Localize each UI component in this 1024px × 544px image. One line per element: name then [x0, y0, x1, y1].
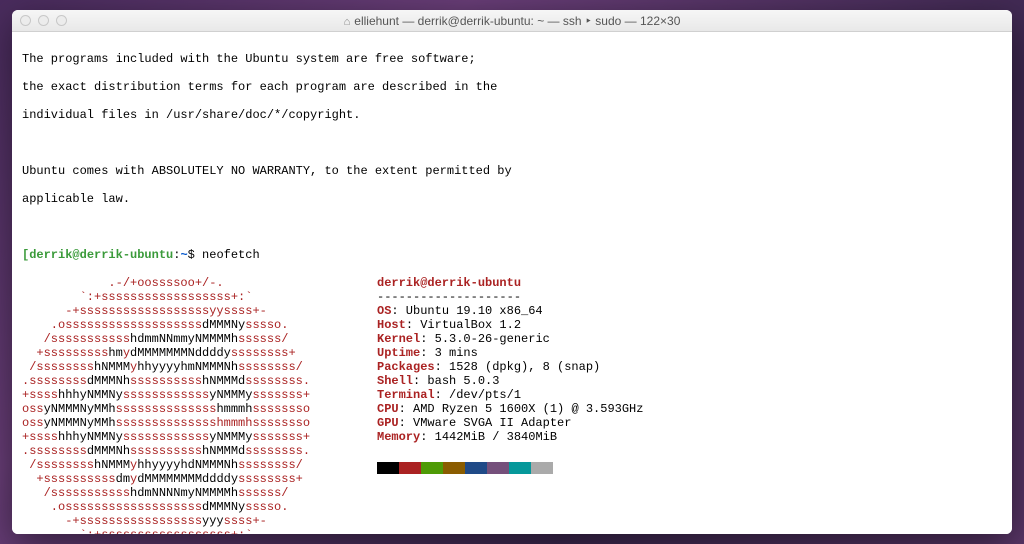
prompt-line: [derrik@derrik-ubuntu:~$ neofetch	[22, 248, 1002, 262]
maximize-icon[interactable]	[56, 15, 67, 26]
color-palette	[377, 462, 643, 474]
terminal-value: : /dev/pts/1	[435, 388, 521, 402]
window-title-text: elliehunt — derrik@derrik-ubuntu: ~ — ss…	[354, 14, 680, 28]
packages-label: Packages	[377, 360, 435, 374]
memory-label: Memory	[377, 430, 420, 444]
system-info: derrik@derrik-ubuntu -------------------…	[372, 276, 643, 534]
neofetch-output: .-/+oossssoo+/-. `:+ssssssssssssssssss+:…	[22, 276, 1002, 534]
terminal-content[interactable]: The programs included with the Ubuntu sy…	[12, 32, 1012, 534]
host-value: : VirtualBox 1.2	[406, 318, 521, 332]
color-swatch	[399, 462, 421, 474]
cpu-label: CPU	[377, 402, 399, 416]
close-icon[interactable]	[20, 15, 31, 26]
os-label: OS	[377, 304, 391, 318]
kernel-value: : 5.3.0-26-generic	[420, 332, 550, 346]
gpu-label: GPU	[377, 416, 399, 430]
blank-line	[22, 136, 1002, 150]
shell-value: : bash 5.0.3	[413, 374, 499, 388]
terminal-label: Terminal	[377, 388, 435, 402]
window-title: ⌂elliehunt — derrik@derrik-ubuntu: ~ — s…	[12, 14, 1012, 28]
intro-line: individual files in /usr/share/doc/*/cop…	[22, 108, 1002, 122]
traffic-lights	[20, 15, 67, 26]
info-separator: --------------------	[377, 290, 521, 304]
os-value: : Ubuntu 19.10 x86_64	[391, 304, 542, 318]
memory-value: : 1442MiB / 3840MiB	[420, 430, 557, 444]
blank-line	[22, 220, 1002, 234]
color-swatch	[465, 462, 487, 474]
color-swatch	[487, 462, 509, 474]
intro-line: applicable law.	[22, 192, 1002, 206]
prompt-path: ~	[180, 248, 187, 262]
color-swatch	[377, 462, 399, 474]
kernel-label: Kernel	[377, 332, 420, 346]
prompt-userhost: derrik@derrik-ubuntu	[29, 248, 173, 262]
packages-value: : 1528 (dpkg), 8 (snap)	[435, 360, 601, 374]
color-swatch	[531, 462, 553, 474]
uptime-value: : 3 mins	[420, 346, 478, 360]
intro-line: The programs included with the Ubuntu sy…	[22, 52, 1002, 66]
host-label: Host	[377, 318, 406, 332]
terminal-window: ⌂elliehunt — derrik@derrik-ubuntu: ~ — s…	[12, 10, 1012, 534]
intro-line: Ubuntu comes with ABSOLUTELY NO WARRANTY…	[22, 164, 1002, 178]
intro-line: the exact distribution terms for each pr…	[22, 80, 1002, 94]
prompt-dollar: $	[188, 248, 195, 262]
gpu-value: : VMware SVGA II Adapter	[399, 416, 572, 430]
info-header: derrik@derrik-ubuntu	[377, 276, 521, 290]
cpu-value: : AMD Ryzen 5 1600X (1) @ 3.593GHz	[399, 402, 644, 416]
home-icon: ⌂	[344, 16, 351, 28]
color-swatch	[443, 462, 465, 474]
command-text: neofetch	[202, 248, 260, 262]
uptime-label: Uptime	[377, 346, 420, 360]
color-swatch	[509, 462, 531, 474]
shell-label: Shell	[377, 374, 413, 388]
minimize-icon[interactable]	[38, 15, 49, 26]
ascii-logo: .-/+oossssoo+/-. `:+ssssssssssssssssss+:…	[22, 276, 372, 534]
color-swatch	[421, 462, 443, 474]
titlebar: ⌂elliehunt — derrik@derrik-ubuntu: ~ — s…	[12, 10, 1012, 32]
